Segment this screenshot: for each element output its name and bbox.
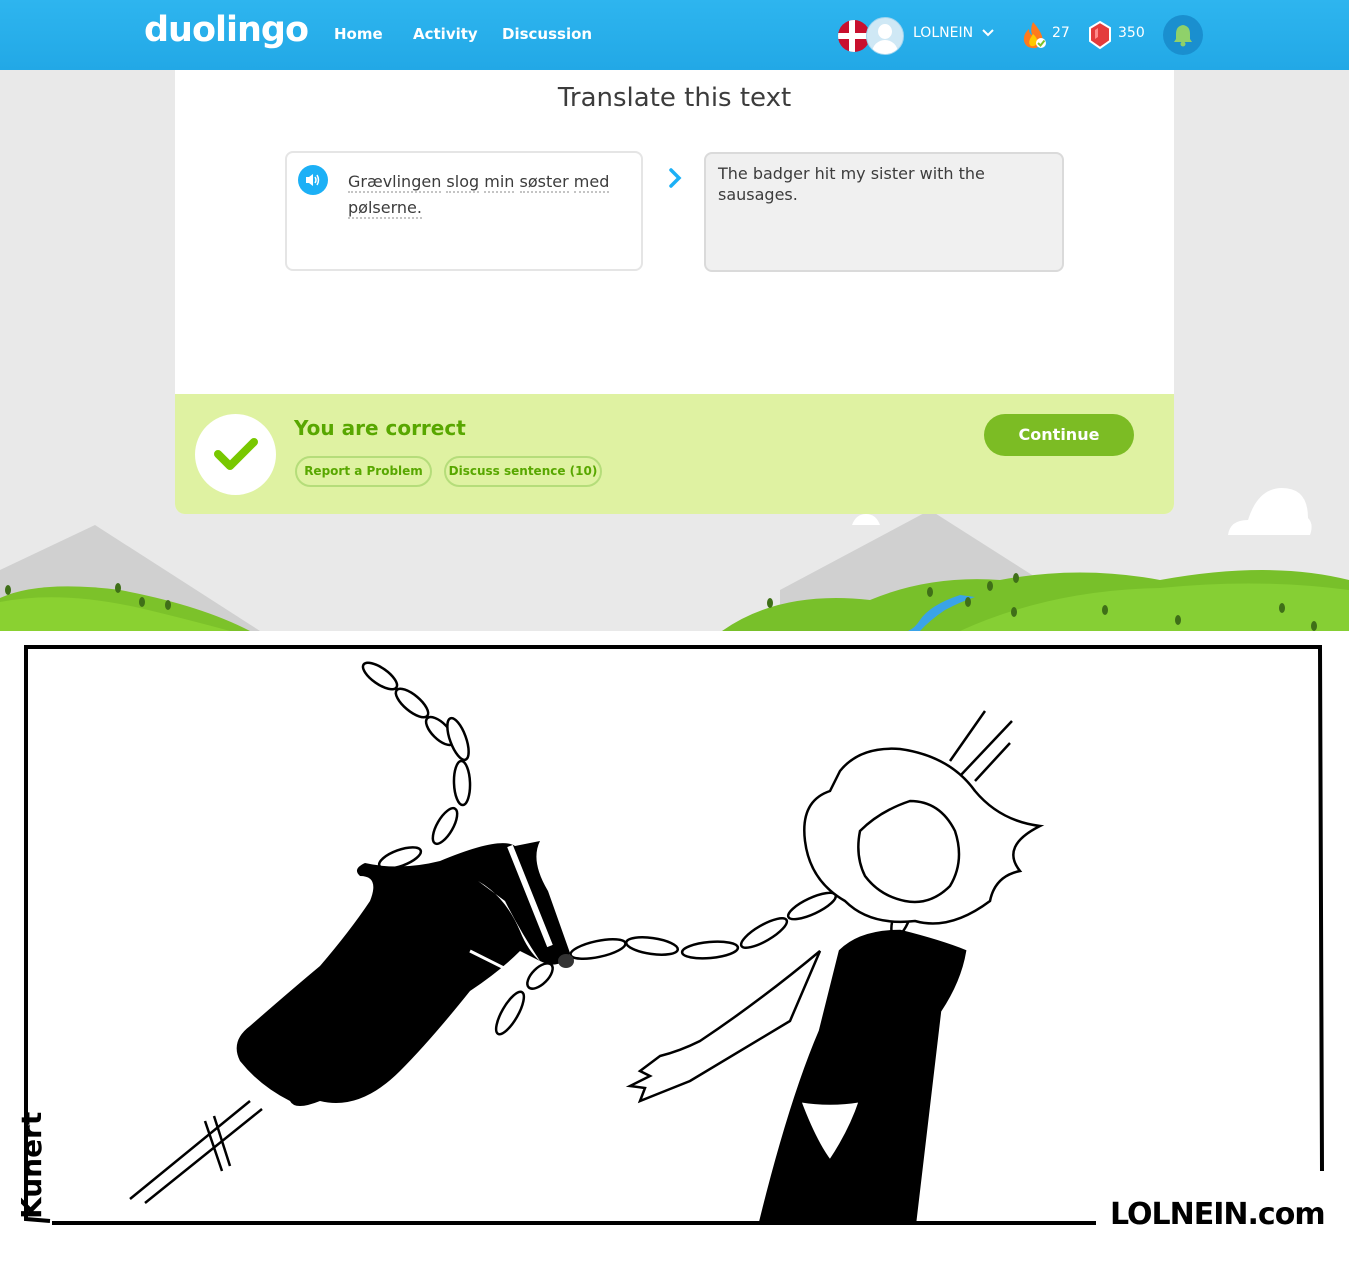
username-label[interactable]: LOLNEIN [913,25,973,41]
source-word[interactable]: med [573,172,610,193]
result-title: You are correct [294,416,466,440]
source-word[interactable]: min [484,172,515,193]
badger-figure [236,841,574,1106]
source-word[interactable]: søster [519,172,569,193]
report-problem-button[interactable]: Report a Problem [295,456,432,487]
cloud-center [852,514,880,525]
checkmark-icon [195,414,276,495]
exercise-card: Translate this text Grævlingen slog min … [175,70,1174,514]
gem-count: 350 [1118,25,1145,41]
answer-text: The badger hit my sister with the sausag… [718,164,985,204]
nav-discussion-link[interactable]: Discussion [502,25,592,43]
flame-icon[interactable] [1020,20,1048,54]
result-bar: You are correct Report a Problem Discuss… [175,394,1174,514]
impact-lines [948,710,1013,782]
continue-button[interactable]: Continue [984,414,1134,456]
duolingo-app: duolingo Home Activity Discussion LOLNEI… [0,0,1349,631]
duolingo-logo[interactable]: duolingo [144,10,309,50]
source-sentence-box: Grævlingen slog min søster med pølserne. [285,151,643,271]
discuss-sentence-button[interactable]: Discuss sentence (10) [444,456,602,487]
comic-panel: Kunert LOLNEIN.com [0,631,1349,1262]
source-word[interactable]: pølserne. [348,198,422,219]
gem-icon[interactable] [1088,20,1112,54]
artist-signature: Kunert [15,1111,48,1219]
source-sentence: Grævlingen slog min søster med pølserne. [348,169,628,221]
source-word[interactable]: Grævlingen [348,172,442,193]
top-navbar: duolingo Home Activity Discussion LOLNEI… [0,0,1349,70]
site-credit: LOLNEIN.com [1110,1197,1326,1232]
speaker-icon[interactable] [298,165,328,195]
chevron-down-icon[interactable] [981,22,995,46]
avatar[interactable] [866,17,904,55]
sister-figure [625,747,1045,1225]
nav-activity-link[interactable]: Activity [413,25,478,43]
source-word[interactable]: slog [446,172,480,193]
cloud-right [1228,488,1312,535]
nav-home-link[interactable]: Home [334,25,383,43]
bell-icon[interactable] [1163,15,1203,55]
chevron-right-icon [667,167,683,195]
streak-count: 27 [1052,25,1070,41]
speed-lines [129,1100,263,1204]
answer-input[interactable]: The badger hit my sister with the sausag… [704,152,1064,272]
exercise-prompt: Translate this text [557,83,792,113]
